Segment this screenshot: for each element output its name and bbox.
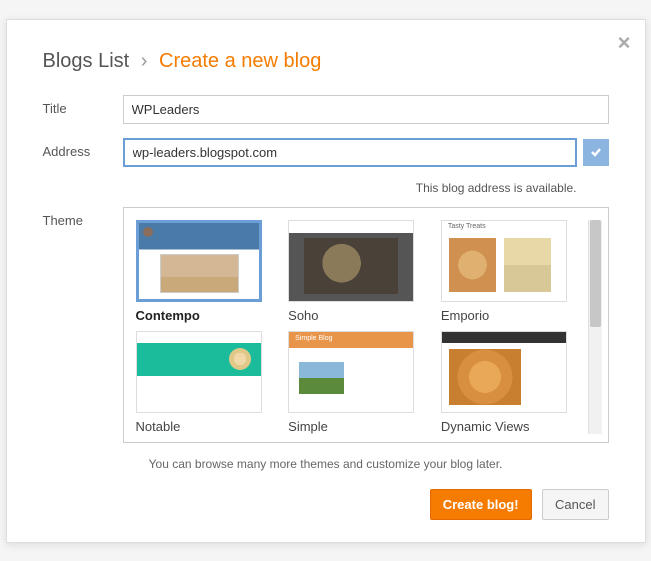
title-label: Title (43, 95, 123, 116)
close-icon[interactable]: × (618, 30, 631, 56)
theme-thumbnail (136, 220, 262, 302)
theme-thumbnail: Simple Blog (288, 331, 414, 413)
theme-name-label: Notable (136, 419, 277, 434)
theme-contempo[interactable]: Contempo (136, 220, 277, 323)
theme-thumbnail (288, 220, 414, 302)
theme-simple[interactable]: Simple Blog Simple (288, 331, 429, 434)
theme-picker: Contempo Soho Tasty Treats Emporio Notab… (123, 207, 609, 443)
theme-label: Theme (43, 207, 123, 228)
theme-thumbnail (136, 331, 262, 413)
create-blog-dialog: × Blogs List › Create a new blog Title A… (6, 19, 646, 543)
theme-name-label: Dynamic Views (441, 419, 582, 434)
cancel-button[interactable]: Cancel (542, 489, 608, 520)
dialog-header: Blogs List › Create a new blog (43, 50, 609, 73)
check-icon (589, 145, 603, 159)
address-check-button[interactable] (583, 139, 609, 166)
address-availability-message: This blog address is available. (43, 181, 609, 195)
theme-notable[interactable]: Notable (136, 331, 277, 434)
theme-soho[interactable]: Soho (288, 220, 429, 323)
dialog-actions: Create blog! Cancel (43, 489, 609, 520)
breadcrumb-root[interactable]: Blogs List (43, 50, 130, 72)
theme-emporio[interactable]: Tasty Treats Emporio (441, 220, 582, 323)
theme-name-label: Emporio (441, 308, 582, 323)
theme-scrollbar[interactable] (588, 220, 602, 434)
theme-hint-text: You can browse many more themes and cust… (43, 457, 609, 471)
create-blog-button[interactable]: Create blog! (430, 489, 532, 520)
breadcrumb-current: Create a new blog (159, 50, 321, 72)
theme-thumbnail: Tasty Treats (441, 220, 567, 302)
theme-name-label: Soho (288, 308, 429, 323)
theme-dynamic-views[interactable]: Dynamic Views (441, 331, 582, 434)
address-input[interactable] (123, 138, 577, 167)
breadcrumb-separator: › (141, 50, 148, 72)
scrollbar-thumb[interactable] (590, 220, 601, 327)
address-label: Address (43, 138, 123, 159)
theme-name-label: Contempo (136, 308, 277, 323)
theme-name-label: Simple (288, 419, 429, 434)
title-input[interactable] (123, 95, 609, 124)
theme-thumbnail (441, 331, 567, 413)
